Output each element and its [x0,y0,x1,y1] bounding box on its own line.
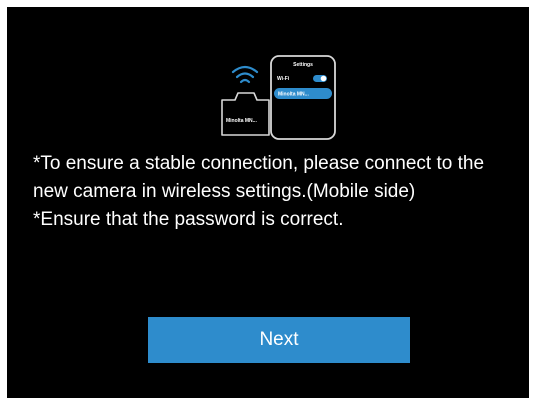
wifi-toggle [313,75,327,82]
instruction-line-2: *Ensure that the password is correct. [33,209,344,230]
connection-guide-screen: Minolta MN... Settings Wi-Fi Minolta MN.… [7,7,529,398]
phone-settings-title: Settings [293,62,313,68]
wifi-label: Wi-Fi [277,76,290,82]
connection-illustration: Minolta MN... Settings Wi-Fi Minolta MN.… [221,55,336,140]
instruction-line-1: *To ensure a stable connection, please c… [33,153,485,202]
camera-network-label: Minolta MN... [226,118,257,124]
instruction-message: *To ensure a stable connection, please c… [33,150,519,234]
phone-icon: Settings Wi-Fi Minolta MN... [270,55,336,140]
next-button[interactable]: Next [148,317,410,363]
camera-icon: Minolta MN... [221,92,270,136]
selected-network-name: Minolta MN... [278,92,309,98]
wifi-signal-icon [231,65,259,84]
